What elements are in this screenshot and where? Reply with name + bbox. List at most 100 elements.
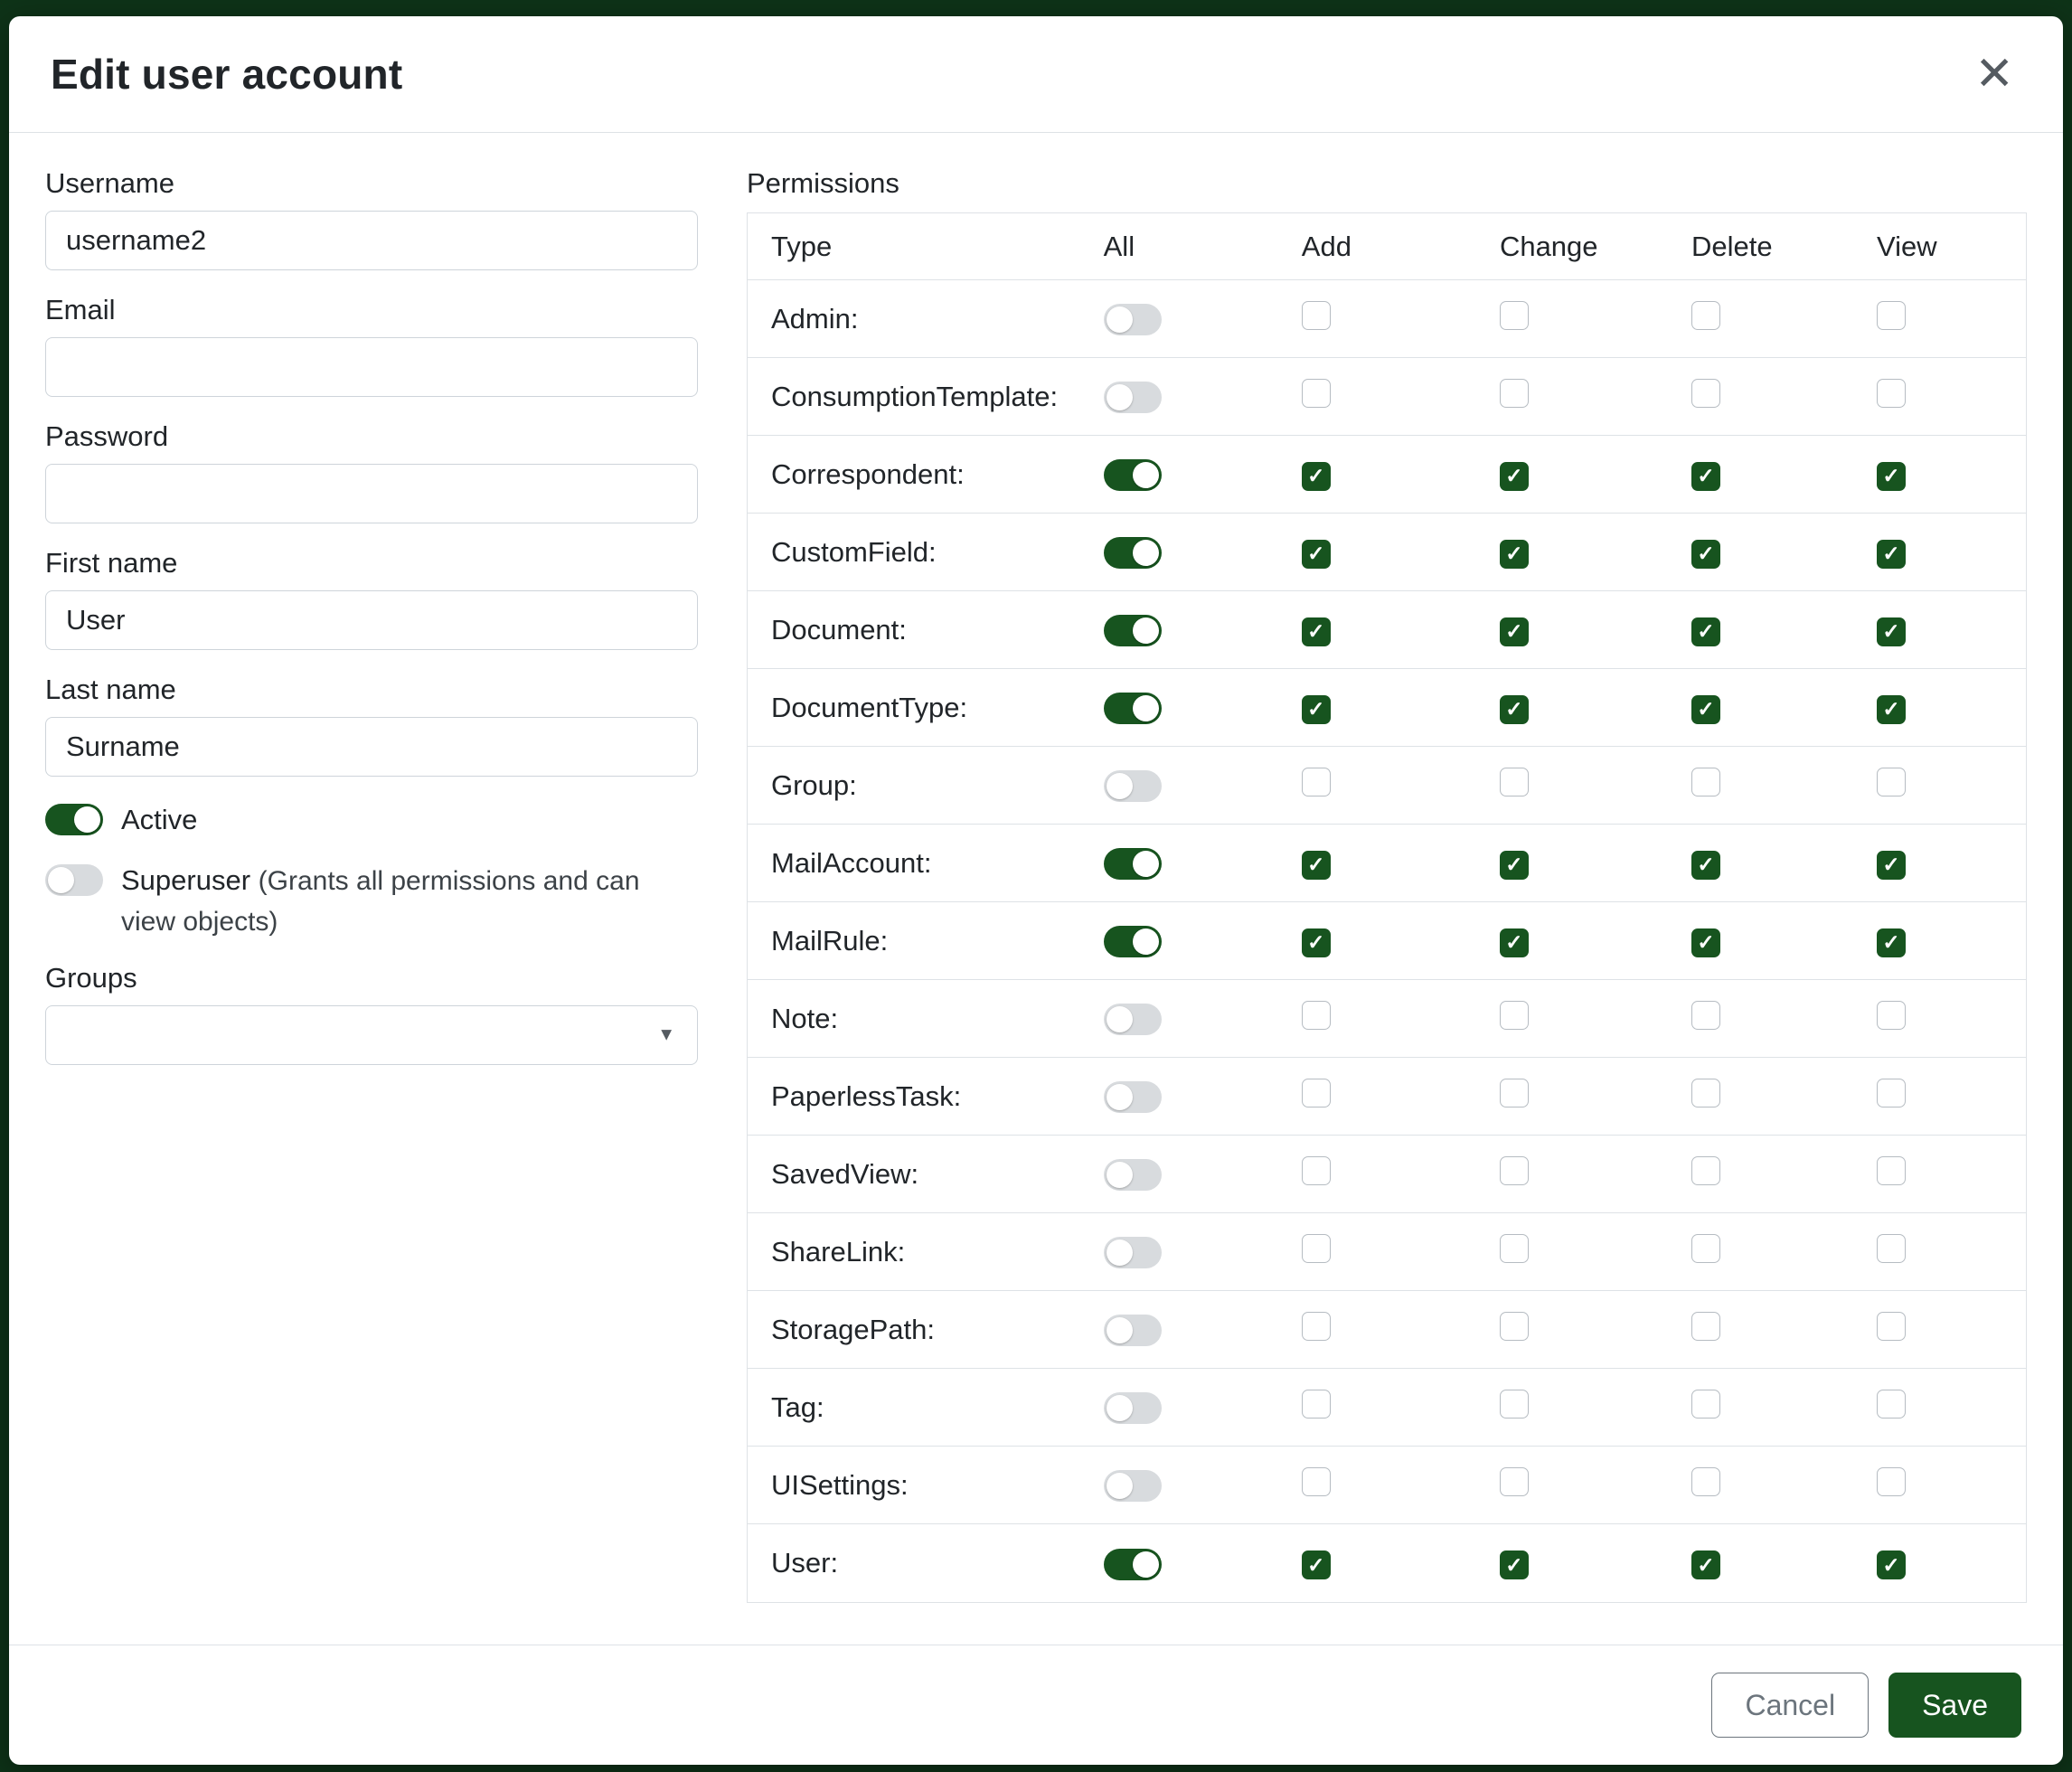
permission-view-checkbox[interactable] xyxy=(1877,1467,1906,1496)
permission-all-toggle[interactable] xyxy=(1104,1470,1162,1502)
permission-change-checkbox[interactable]: ✓ xyxy=(1500,462,1529,491)
permission-add-checkbox[interactable]: ✓ xyxy=(1302,462,1331,491)
permission-change-checkbox[interactable]: ✓ xyxy=(1500,617,1529,646)
permission-change-checkbox[interactable] xyxy=(1500,1312,1529,1341)
password-field[interactable] xyxy=(45,464,698,523)
permission-add-checkbox[interactable]: ✓ xyxy=(1302,1550,1331,1579)
permission-delete-checkbox[interactable] xyxy=(1691,1001,1720,1030)
permission-add-checkbox[interactable] xyxy=(1302,1467,1331,1496)
permission-delete-checkbox[interactable]: ✓ xyxy=(1691,1550,1720,1579)
password-group: Password xyxy=(45,420,698,523)
permission-add-checkbox[interactable] xyxy=(1302,301,1331,330)
permission-add-checkbox[interactable]: ✓ xyxy=(1302,617,1331,646)
permission-delete-checkbox[interactable] xyxy=(1691,1390,1720,1419)
permission-all-toggle[interactable] xyxy=(1104,1004,1162,1035)
permission-view-checkbox[interactable] xyxy=(1877,1079,1906,1108)
permission-all-toggle[interactable] xyxy=(1104,1549,1162,1580)
last-name-field[interactable] xyxy=(45,717,698,777)
permission-all-toggle[interactable] xyxy=(1104,1315,1162,1346)
permission-delete-checkbox[interactable] xyxy=(1691,301,1720,330)
permission-change-checkbox[interactable]: ✓ xyxy=(1500,1550,1529,1579)
permission-delete-checkbox[interactable]: ✓ xyxy=(1691,540,1720,569)
permission-change-checkbox[interactable] xyxy=(1500,1001,1529,1030)
permission-delete-checkbox[interactable] xyxy=(1691,1467,1720,1496)
permission-view-checkbox[interactable]: ✓ xyxy=(1877,540,1906,569)
permission-delete-checkbox[interactable]: ✓ xyxy=(1691,851,1720,880)
permission-add-checkbox[interactable] xyxy=(1302,1312,1331,1341)
permission-view-checkbox[interactable] xyxy=(1877,1001,1906,1030)
save-button[interactable]: Save xyxy=(1888,1673,2021,1738)
username-input[interactable] xyxy=(45,211,698,270)
permission-view-checkbox[interactable]: ✓ xyxy=(1877,462,1906,491)
permission-view-checkbox[interactable]: ✓ xyxy=(1877,695,1906,724)
permission-all-toggle[interactable] xyxy=(1104,693,1162,724)
permission-all-toggle[interactable] xyxy=(1104,382,1162,413)
permission-all-toggle[interactable] xyxy=(1104,770,1162,802)
permission-change-checkbox[interactable]: ✓ xyxy=(1500,540,1529,569)
permission-add-checkbox[interactable] xyxy=(1302,1234,1331,1263)
permission-delete-checkbox[interactable] xyxy=(1691,1156,1720,1185)
permission-all-toggle[interactable] xyxy=(1104,537,1162,569)
permissions-rows: Admin: ConsumptionTemplate: xyxy=(748,280,2026,1602)
permission-add-checkbox[interactable] xyxy=(1302,1156,1331,1185)
permission-view-checkbox[interactable] xyxy=(1877,1234,1906,1263)
permission-add-cell xyxy=(1278,379,1476,415)
permission-view-checkbox[interactable]: ✓ xyxy=(1877,928,1906,957)
permission-view-checkbox[interactable]: ✓ xyxy=(1877,851,1906,880)
superuser-toggle[interactable] xyxy=(45,864,103,896)
permission-all-toggle[interactable] xyxy=(1104,1081,1162,1113)
active-toggle[interactable] xyxy=(45,804,103,835)
close-icon[interactable]: ✕ xyxy=(1967,47,2021,101)
permission-all-toggle[interactable] xyxy=(1104,848,1162,880)
permission-all-toggle[interactable] xyxy=(1104,1237,1162,1268)
permission-change-checkbox[interactable] xyxy=(1500,1156,1529,1185)
permission-delete-checkbox[interactable]: ✓ xyxy=(1691,695,1720,724)
permission-all-toggle[interactable] xyxy=(1104,615,1162,646)
permission-delete-checkbox[interactable]: ✓ xyxy=(1691,617,1720,646)
permission-add-checkbox[interactable] xyxy=(1302,1390,1331,1419)
permission-change-checkbox[interactable] xyxy=(1500,768,1529,796)
permission-view-checkbox[interactable] xyxy=(1877,1312,1906,1341)
permission-view-checkbox[interactable] xyxy=(1877,1156,1906,1185)
email-field[interactable] xyxy=(45,337,698,397)
permission-all-toggle[interactable] xyxy=(1104,1159,1162,1191)
permission-add-checkbox[interactable] xyxy=(1302,768,1331,796)
permission-delete-checkbox[interactable] xyxy=(1691,379,1720,408)
permission-add-checkbox[interactable]: ✓ xyxy=(1302,851,1331,880)
groups-select[interactable]: ▼ xyxy=(45,1005,698,1065)
permission-add-checkbox[interactable] xyxy=(1302,1079,1331,1108)
permission-all-toggle[interactable] xyxy=(1104,459,1162,491)
permission-add-checkbox[interactable] xyxy=(1302,379,1331,408)
permission-view-checkbox[interactable] xyxy=(1877,379,1906,408)
permission-change-checkbox[interactable] xyxy=(1500,1467,1529,1496)
permission-change-checkbox[interactable] xyxy=(1500,301,1529,330)
permission-change-checkbox[interactable]: ✓ xyxy=(1500,695,1529,724)
permission-delete-checkbox[interactable] xyxy=(1691,1079,1720,1108)
permission-delete-checkbox[interactable] xyxy=(1691,768,1720,796)
permission-delete-checkbox[interactable] xyxy=(1691,1312,1720,1341)
permission-change-checkbox[interactable]: ✓ xyxy=(1500,851,1529,880)
permission-all-toggle[interactable] xyxy=(1104,304,1162,335)
permission-delete-checkbox[interactable] xyxy=(1691,1234,1720,1263)
permission-delete-checkbox[interactable]: ✓ xyxy=(1691,928,1720,957)
permission-add-checkbox[interactable]: ✓ xyxy=(1302,695,1331,724)
permission-all-toggle[interactable] xyxy=(1104,926,1162,957)
permission-add-checkbox[interactable] xyxy=(1302,1001,1331,1030)
permission-change-checkbox[interactable] xyxy=(1500,379,1529,408)
permission-change-checkbox[interactable] xyxy=(1500,1234,1529,1263)
permission-view-checkbox[interactable] xyxy=(1877,1390,1906,1419)
permission-delete-cell xyxy=(1668,1079,1853,1115)
permission-view-checkbox[interactable] xyxy=(1877,768,1906,796)
permission-delete-checkbox[interactable]: ✓ xyxy=(1691,462,1720,491)
permission-view-checkbox[interactable]: ✓ xyxy=(1877,1550,1906,1579)
permission-view-checkbox[interactable]: ✓ xyxy=(1877,617,1906,646)
permission-view-checkbox[interactable] xyxy=(1877,301,1906,330)
permission-change-checkbox[interactable] xyxy=(1500,1390,1529,1419)
cancel-button[interactable]: Cancel xyxy=(1711,1673,1869,1738)
permission-all-toggle[interactable] xyxy=(1104,1392,1162,1424)
permission-add-checkbox[interactable]: ✓ xyxy=(1302,928,1331,957)
permission-add-checkbox[interactable]: ✓ xyxy=(1302,540,1331,569)
permission-change-checkbox[interactable]: ✓ xyxy=(1500,928,1529,957)
first-name-field[interactable] xyxy=(45,590,698,650)
permission-change-checkbox[interactable] xyxy=(1500,1079,1529,1108)
